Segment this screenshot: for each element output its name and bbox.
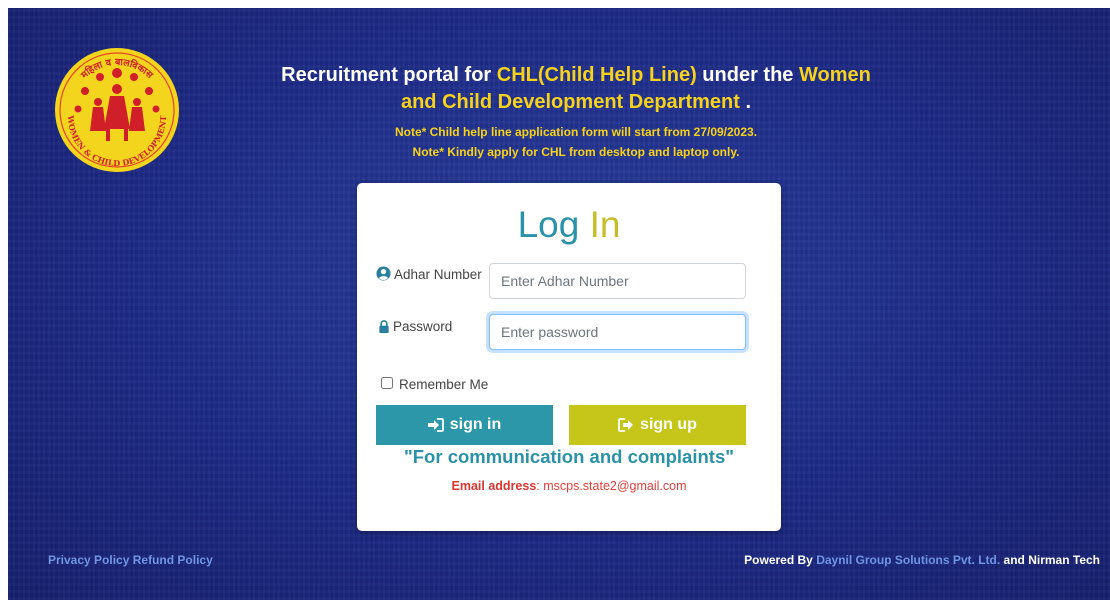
- page-background: महिला व बालविकास WOMEN & CHILD DEVELOPME…: [8, 8, 1110, 600]
- user-circle-icon: [376, 266, 391, 281]
- login-title: Log In: [517, 204, 621, 245]
- sign-in-icon: [427, 418, 444, 432]
- sign-in-button[interactable]: sign in: [376, 405, 553, 445]
- adhar-label: Adhar Number: [376, 266, 482, 282]
- communication-heading: "For communication and complaints": [403, 446, 735, 467]
- note-start-date: Note* Child help line application form w…: [394, 125, 758, 139]
- company-link[interactable]: Daynil Group Solutions Pvt. Ltd.: [816, 553, 1000, 567]
- footer-links: Privacy Policy Refund Policy: [48, 553, 213, 567]
- remember-me-checkbox[interactable]: [381, 377, 393, 389]
- login-card: Log In Adhar Number Password Remember Me…: [357, 183, 781, 531]
- refund-policy-link[interactable]: Refund Policy: [133, 553, 213, 567]
- portal-heading: Recruitment portal for CHL(Child Help Li…: [281, 64, 871, 113]
- sign-out-icon: [618, 418, 634, 432]
- sign-up-button[interactable]: sign up: [569, 405, 746, 445]
- privacy-policy-link[interactable]: Privacy Policy: [48, 553, 129, 567]
- email-address-value: : mscps.state2@gmail.com: [536, 479, 687, 493]
- powered-by: Powered By Daynil Group Solutions Pvt. L…: [744, 553, 1100, 567]
- remember-me-label[interactable]: Remember Me: [399, 377, 488, 392]
- note-desktop-only: Note* Kindly apply for CHL from desktop …: [412, 145, 740, 159]
- adhar-number-input[interactable]: [489, 263, 746, 299]
- password-input[interactable]: [489, 314, 746, 350]
- password-label: Password: [378, 319, 452, 334]
- lock-icon: [379, 320, 389, 333]
- contact-email: Email address: mscps.state2@gmail.com: [451, 479, 687, 493]
- wcd-logo: महिला व बालविकास WOMEN & CHILD DEVELOPME…: [55, 48, 179, 172]
